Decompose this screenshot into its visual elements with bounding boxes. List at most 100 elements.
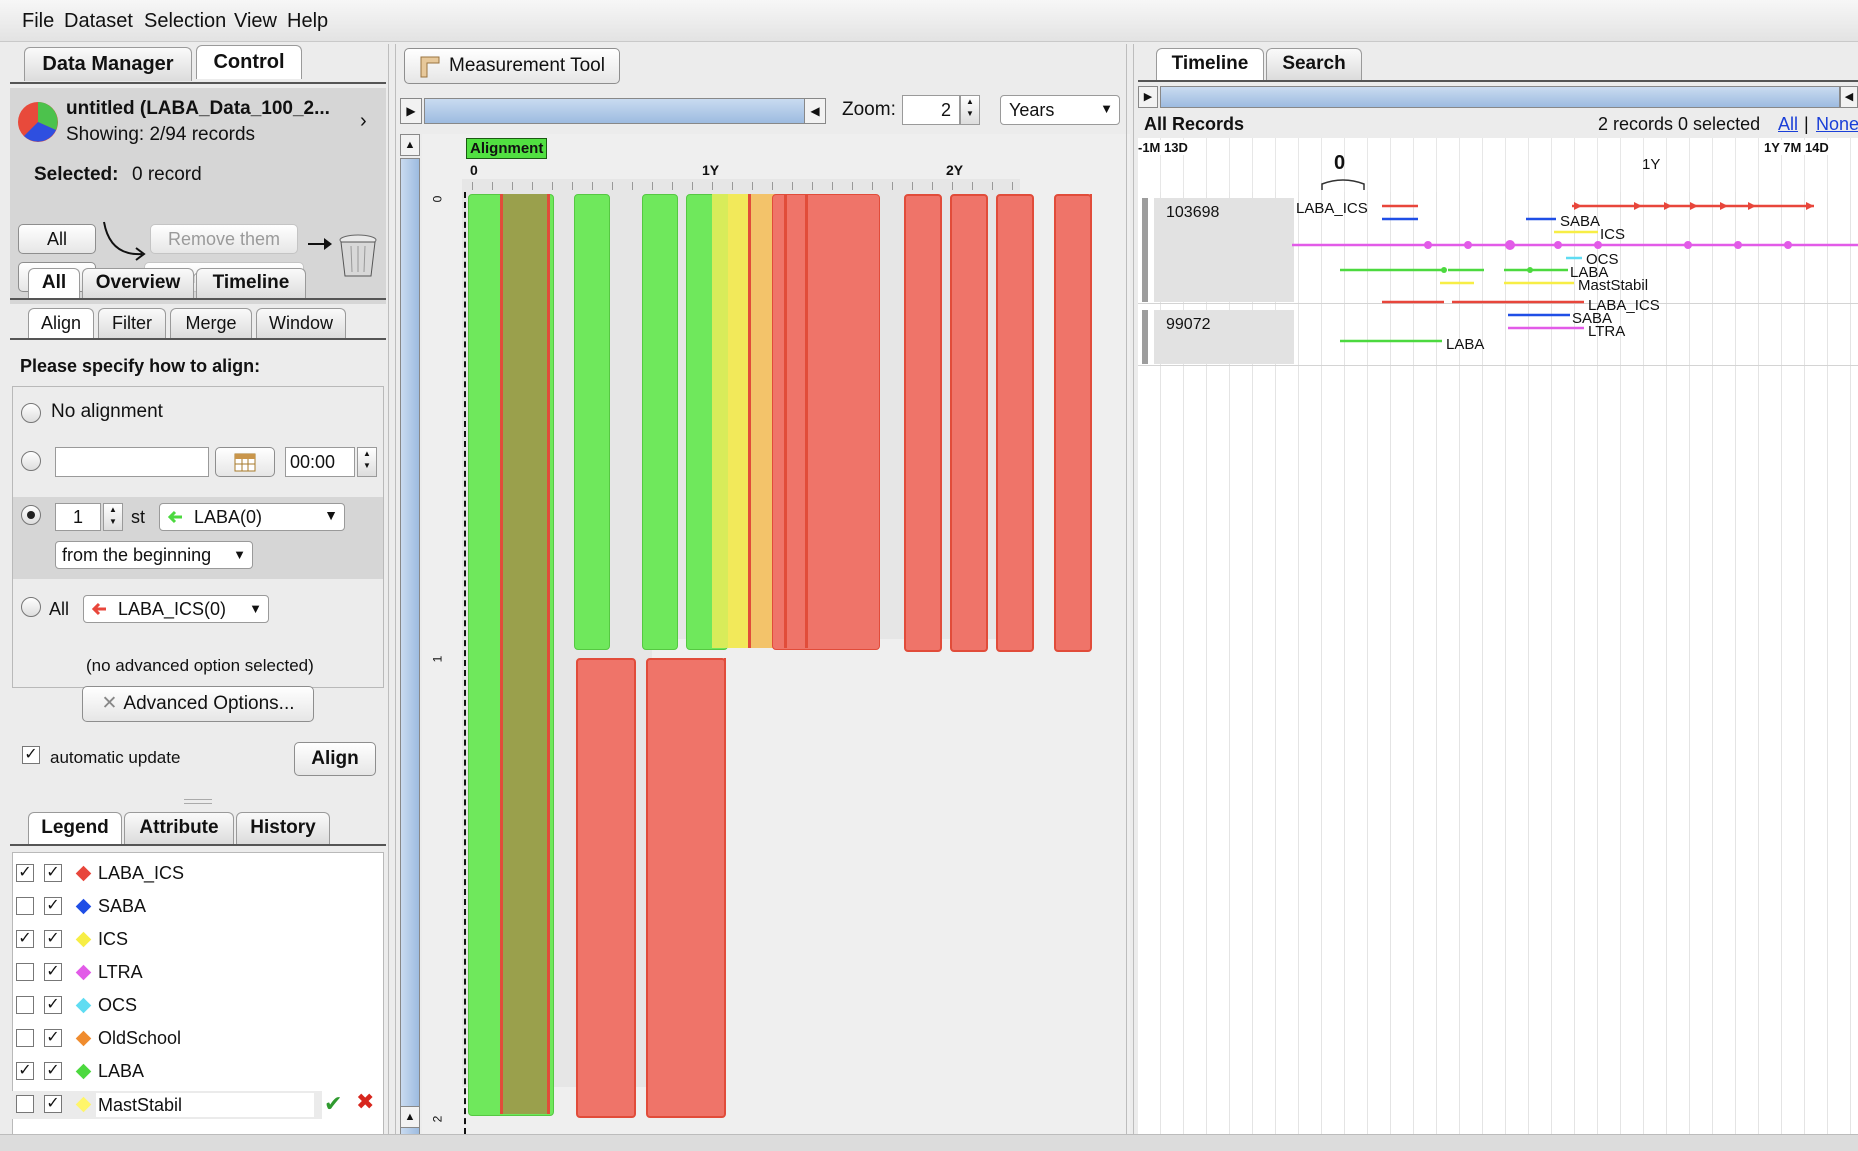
legend-rename-input[interactable]: MastStabil (96, 1093, 314, 1117)
tab-overview[interactable]: Overview (82, 268, 194, 298)
from-select[interactable]: from the beginning ▼ (55, 541, 253, 569)
auto-update-checkbox[interactable]: ✓ (22, 746, 40, 764)
legend-visible-checkbox[interactable]: ✓ (16, 1062, 34, 1080)
date-input[interactable] (55, 447, 209, 477)
laba-bar[interactable] (642, 194, 678, 650)
horizontal-scrollbar[interactable] (424, 98, 824, 124)
remove-them-button[interactable]: Remove them (150, 224, 298, 254)
tab-data-manager[interactable]: Data Manager (24, 47, 192, 81)
menu-file[interactable]: File (22, 10, 54, 33)
legend-enabled-checkbox[interactable]: ✓ (44, 1095, 62, 1113)
legend-visible-checkbox[interactable] (16, 1029, 34, 1047)
tab-window[interactable]: Window (256, 308, 346, 338)
confirm-check-icon[interactable]: ✔ (324, 1091, 342, 1117)
zoom-label: Zoom: (842, 99, 896, 120)
trash-icon[interactable] (336, 232, 380, 280)
menu-help[interactable]: Help (287, 10, 328, 33)
laba-ics-bar[interactable] (500, 194, 550, 1114)
x-tick-label: 1Y (702, 162, 720, 178)
scroll-up-button[interactable]: ▲ (400, 134, 420, 156)
legend-visible-checkbox[interactable]: ✓ (16, 930, 34, 948)
select-none-link[interactable]: None (1816, 114, 1858, 135)
vertical-scrollbar[interactable] (400, 158, 420, 1148)
scroll-left-button[interactable]: ▶ (400, 98, 422, 124)
dataset-summary[interactable]: untitled (LABA_Data_100_2... Showing: 2/… (10, 88, 386, 192)
scroll-right-button[interactable]: ◀ (1840, 86, 1858, 108)
time-stepper[interactable]: ▲ ▼ (357, 447, 377, 477)
tab-history[interactable]: History (236, 812, 330, 844)
time-input[interactable]: 00:00 (285, 447, 355, 477)
tab-merge[interactable]: Merge (170, 308, 252, 338)
tab-timeline-view[interactable]: Timeline (1156, 48, 1264, 80)
nth-stepper[interactable]: ▲ ▼ (103, 503, 123, 531)
menu-view[interactable]: View (234, 10, 277, 33)
tab-timeline[interactable]: Timeline (196, 268, 306, 298)
measurement-tool-button[interactable]: Measurement Tool (404, 48, 620, 84)
cancel-x-icon[interactable]: ✖ (356, 1089, 374, 1115)
advanced-options-button[interactable]: ✕ Advanced Options... (82, 686, 314, 722)
legend-visible-checkbox[interactable] (16, 963, 34, 981)
timeline-scrollbar[interactable] (1160, 86, 1840, 108)
laba-ics-bar[interactable] (1054, 194, 1092, 652)
legend-enabled-checkbox[interactable]: ✓ (44, 963, 62, 981)
legend-enabled-checkbox[interactable]: ✓ (44, 996, 62, 1014)
select-all-link[interactable]: All (1778, 114, 1798, 135)
tab-control[interactable]: Control (196, 45, 302, 79)
left-panel: Data Manager Control untitled (LABA_Data… (0, 42, 392, 1138)
menu-selection[interactable]: Selection (144, 10, 226, 33)
legend-enabled-checkbox[interactable]: ✓ (44, 930, 62, 948)
legend-visible-checkbox[interactable] (16, 897, 34, 915)
laba-ics-bar[interactable] (646, 658, 726, 1118)
legend-color-icon (75, 931, 92, 948)
unit-select[interactable]: Years ▼ (1000, 95, 1120, 125)
legend-visible-checkbox[interactable]: ✓ (16, 864, 34, 882)
legend-color-icon (75, 1063, 92, 1080)
panel-splitter[interactable] (1126, 44, 1134, 1134)
laba-bar[interactable] (574, 194, 610, 650)
timeline-canvas[interactable]: -1M 13D 1Y 7M 14D 0 1Y 103698 99072 LABA… (1138, 138, 1858, 1142)
zoom-input[interactable]: 2 (902, 95, 960, 125)
nth-input[interactable]: 1 (55, 503, 101, 531)
scroll-right-button[interactable]: ◀ (804, 98, 826, 124)
aggregate-view[interactable]: Alignment 0 1Y 2Y 0 1 2 (422, 134, 1130, 1144)
arrow-right-icon (308, 238, 332, 250)
laba-ics-bar[interactable] (950, 194, 988, 652)
radio-all-events[interactable] (21, 597, 41, 617)
panel-splitter[interactable] (388, 44, 396, 1134)
legend-enabled-checkbox[interactable]: ✓ (44, 864, 62, 882)
scroll-down-button[interactable]: ▲ (400, 1106, 420, 1128)
laba-ics-bar[interactable] (996, 194, 1034, 652)
legend-enabled-checkbox[interactable]: ✓ (44, 1029, 62, 1047)
tab-filter[interactable]: Filter (98, 308, 166, 338)
event-arrows[interactable] (1138, 194, 1858, 374)
selected-label: Selected: (34, 164, 119, 185)
align-button[interactable]: Align (294, 742, 376, 776)
event-select[interactable]: LABA(0) ▼ (159, 503, 345, 531)
legend-enabled-checkbox[interactable]: ✓ (44, 1062, 62, 1080)
legend-visible-checkbox[interactable] (16, 996, 34, 1014)
legend-enabled-checkbox[interactable]: ✓ (44, 897, 62, 915)
tab-all[interactable]: All (28, 268, 80, 298)
legend-color-icon (75, 865, 92, 882)
tab-legend[interactable]: Legend (28, 812, 122, 844)
legend-label: LTRA (98, 962, 143, 982)
scroll-left-button[interactable]: ▶ (1138, 86, 1158, 108)
select-all-button[interactable]: All (18, 224, 96, 254)
radio-date-alignment[interactable] (21, 451, 41, 471)
alignment-line (464, 192, 466, 1144)
all-event-select[interactable]: LABA_ICS(0) ▼ (83, 595, 269, 623)
menu-dataset[interactable]: Dataset (64, 10, 133, 33)
auto-update-label: automatic update (50, 748, 181, 767)
tab-attribute[interactable]: Attribute (124, 812, 234, 844)
legend-visible-checkbox[interactable] (16, 1095, 34, 1113)
laba-ics-bar[interactable] (904, 194, 942, 652)
calendar-button[interactable] (215, 447, 275, 477)
laba-ics-bar[interactable] (576, 658, 636, 1118)
zoom-stepper[interactable]: ▲ ▼ (960, 95, 980, 125)
split-handle[interactable] (184, 799, 212, 804)
tab-align[interactable]: Align (28, 308, 94, 338)
chevron-right-icon[interactable]: › (360, 110, 367, 133)
tab-search[interactable]: Search (1266, 48, 1362, 80)
radio-nth-event[interactable] (21, 505, 41, 525)
radio-no-alignment[interactable] (21, 403, 41, 423)
